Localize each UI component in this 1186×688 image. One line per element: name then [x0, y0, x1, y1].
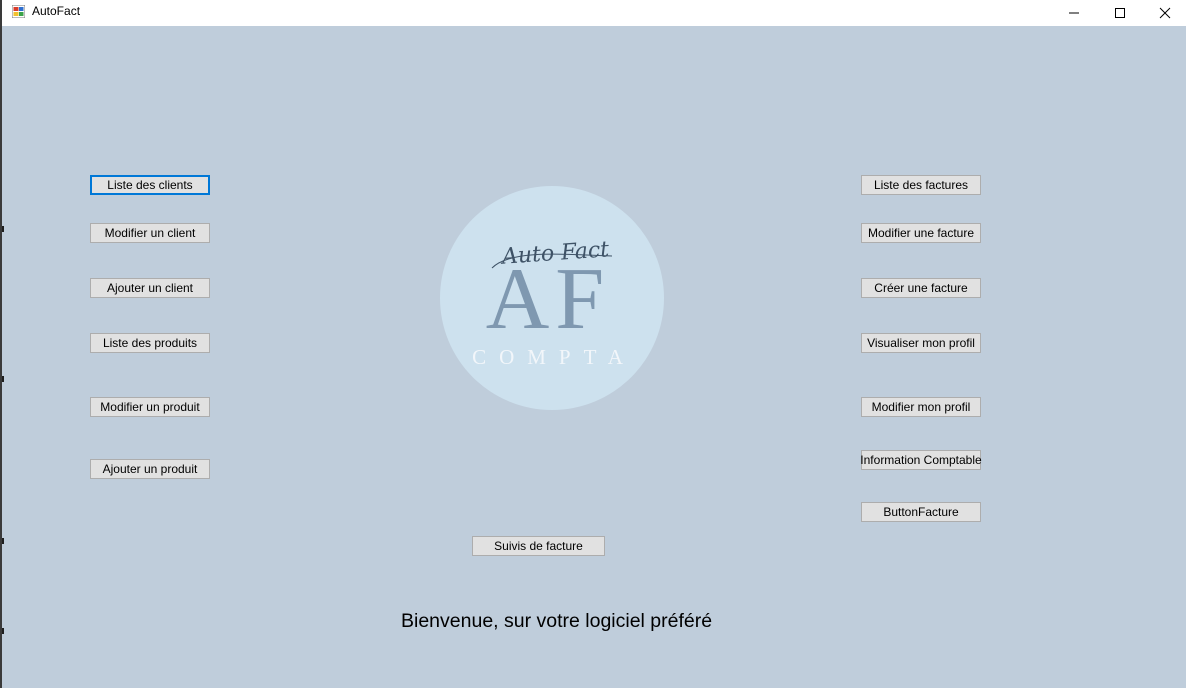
window-edge-mark [2, 226, 4, 232]
window-edge-mark [2, 628, 4, 634]
close-button[interactable] [1142, 0, 1186, 26]
minimize-button[interactable] [1051, 0, 1097, 26]
invoice-tracking-button[interactable]: Suivis de facture [472, 536, 605, 556]
add-client-button[interactable]: Ajouter un client [90, 278, 210, 298]
invoice-list-button[interactable]: Liste des factures [861, 175, 981, 195]
edit-client-button[interactable]: Modifier un client [90, 223, 210, 243]
autofact-logo: AF Auto Fact COMPTA [440, 186, 664, 410]
maximize-button[interactable] [1097, 0, 1143, 26]
client-list-button[interactable]: Liste des clients [90, 175, 210, 195]
edit-invoice-button[interactable]: Modifier une facture [861, 223, 981, 243]
welcome-message: Bienvenue, sur votre logiciel préféré [401, 610, 713, 632]
window-edge-mark [2, 538, 4, 544]
minimize-icon [1069, 12, 1079, 14]
create-invoice-button[interactable]: Créer une facture [861, 278, 981, 298]
add-product-button[interactable]: Ajouter un produit [90, 459, 210, 479]
close-icon [1159, 7, 1171, 19]
logo-subtitle: COMPTA [472, 345, 636, 369]
view-profile-button[interactable]: Visualiser mon profil [861, 333, 981, 353]
title-bar[interactable]: AutoFact [2, 0, 1186, 26]
window-edge-mark [2, 376, 4, 382]
edit-product-button[interactable]: Modifier un produit [90, 397, 210, 417]
product-list-button[interactable]: Liste des produits [90, 333, 210, 353]
button-facture[interactable]: ButtonFacture [861, 502, 981, 522]
autofact-window: AutoFact Liste des clients Modifier un c… [0, 0, 1186, 688]
app-icon [12, 5, 25, 18]
window-title: AutoFact [32, 4, 81, 18]
logo-graphic: AF Auto Fact COMPTA [472, 237, 636, 369]
maximize-icon [1115, 8, 1125, 18]
edit-profile-button[interactable]: Modifier mon profil [861, 397, 981, 417]
accounting-info-button[interactable]: Information Comptable [860, 450, 982, 470]
